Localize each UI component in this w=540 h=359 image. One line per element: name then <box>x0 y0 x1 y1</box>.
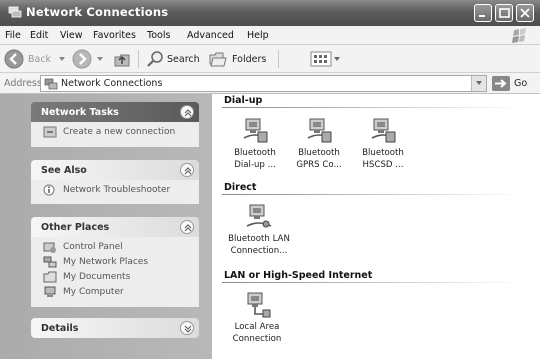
local-area-connection-icon <box>247 292 271 318</box>
menu-tools[interactable]: Tools <box>147 30 170 41</box>
details-title: Details <box>41 323 79 334</box>
menu-bar: File Edit View Favorites Tools Advanced … <box>0 26 540 45</box>
chevron-up-icon <box>184 224 192 232</box>
forward-dropdown-icon[interactable] <box>96 55 104 63</box>
connection-item[interactable]: Bluetooth Dial-up ... <box>220 116 290 170</box>
maximize-button[interactable] <box>495 4 513 22</box>
go-button[interactable] <box>492 76 510 91</box>
lan-connection-icon <box>246 204 272 228</box>
connection-item[interactable]: Bluetooth LAN Connection... <box>222 202 296 256</box>
toolbar: Back Search Folders <box>0 45 540 73</box>
group-divider <box>222 282 522 283</box>
title-bar: Network Connections <box>0 0 540 26</box>
network-tasks-title: Network Tasks <box>41 107 119 118</box>
group-divider <box>222 194 522 195</box>
connections-list: Dial-up Bluetooth Dial-up ... Bluetooth … <box>212 94 540 359</box>
minimize-icon <box>479 15 485 17</box>
network-places-icon <box>43 256 57 268</box>
window-title: Network Connections <box>26 5 169 19</box>
documents-folder-icon <box>43 271 57 283</box>
menu-help[interactable]: Help <box>247 30 269 41</box>
address-value: Network Connections <box>61 78 163 89</box>
network-connection-icon <box>307 118 332 143</box>
chevron-up-icon <box>184 167 192 175</box>
network-connection-icon <box>371 118 396 143</box>
info-icon <box>43 184 55 196</box>
back-button-label[interactable]: Back <box>28 54 51 65</box>
task-pane: Network Tasks Create a new connection Se… <box>0 94 212 359</box>
toolbar-separator <box>278 50 279 68</box>
other-places-body: Control Panel My Network Places My Docum… <box>31 237 199 307</box>
see-also-header[interactable]: See Also <box>31 160 199 180</box>
windows-logo-icon <box>512 28 526 43</box>
back-arrow-icon[interactable] <box>4 49 24 69</box>
chevron-down-icon <box>476 81 482 85</box>
back-dropdown-icon[interactable] <box>58 55 66 63</box>
control-panel-icon <box>43 242 56 253</box>
see-also-title: See Also <box>41 165 87 176</box>
address-label: Address <box>4 78 42 89</box>
chevron-down-icon <box>184 325 192 333</box>
close-icon <box>520 8 530 18</box>
group-divider <box>222 107 522 108</box>
menu-file[interactable]: File <box>5 30 21 41</box>
network-tasks-header[interactable]: Network Tasks <box>31 102 199 122</box>
maximize-icon <box>499 8 510 18</box>
views-icon[interactable] <box>310 50 346 68</box>
other-places-header[interactable]: Other Places <box>31 217 199 237</box>
go-label[interactable]: Go <box>514 78 527 89</box>
collapse-button[interactable] <box>180 163 194 177</box>
group-header-dial-up: Dial-up <box>224 95 263 106</box>
collapse-button[interactable] <box>180 220 194 234</box>
network-connections-icon <box>44 78 58 90</box>
expand-button[interactable] <box>180 321 194 335</box>
menu-view[interactable]: View <box>60 30 83 41</box>
connection-item[interactable]: Bluetooth GPRS Co... <box>284 116 354 170</box>
details-header[interactable]: Details <box>31 318 199 338</box>
menu-advanced[interactable]: Advanced <box>187 30 234 41</box>
computer-icon <box>44 286 56 297</box>
new-connection-icon <box>43 126 57 138</box>
collapse-button[interactable] <box>180 105 194 119</box>
menu-edit[interactable]: Edit <box>30 30 48 41</box>
go-arrow-icon <box>495 79 507 88</box>
network-connections-icon <box>8 6 22 18</box>
toolbar-separator <box>138 50 139 68</box>
address-input[interactable]: Network Connections <box>40 75 487 92</box>
search-button-label[interactable]: Search <box>167 54 200 65</box>
minimize-button[interactable] <box>474 4 492 22</box>
network-connection-icon <box>243 118 268 143</box>
chevron-up-icon <box>184 109 192 117</box>
network-tasks-body: Create a new connection <box>31 122 199 147</box>
other-places-title: Other Places <box>41 222 110 233</box>
up-folder-icon[interactable] <box>112 49 132 69</box>
connection-item[interactable]: Local Area Connection <box>222 290 292 344</box>
address-dropdown-button[interactable] <box>471 76 486 91</box>
connection-item[interactable]: Bluetooth HSCSD ... <box>348 116 418 170</box>
forward-arrow-icon[interactable] <box>72 49 92 69</box>
see-also-body: Network Troubleshooter <box>31 180 199 204</box>
group-header-lan: LAN or High-Speed Internet <box>224 270 373 281</box>
menu-favorites[interactable]: Favorites <box>93 30 136 41</box>
search-icon[interactable] <box>145 49 165 69</box>
close-button[interactable] <box>516 4 534 22</box>
group-header-direct: Direct <box>224 182 257 193</box>
address-bar: Address Network Connections Go <box>0 73 540 94</box>
folders-icon[interactable] <box>208 49 228 69</box>
folders-button-label[interactable]: Folders <box>232 54 266 65</box>
